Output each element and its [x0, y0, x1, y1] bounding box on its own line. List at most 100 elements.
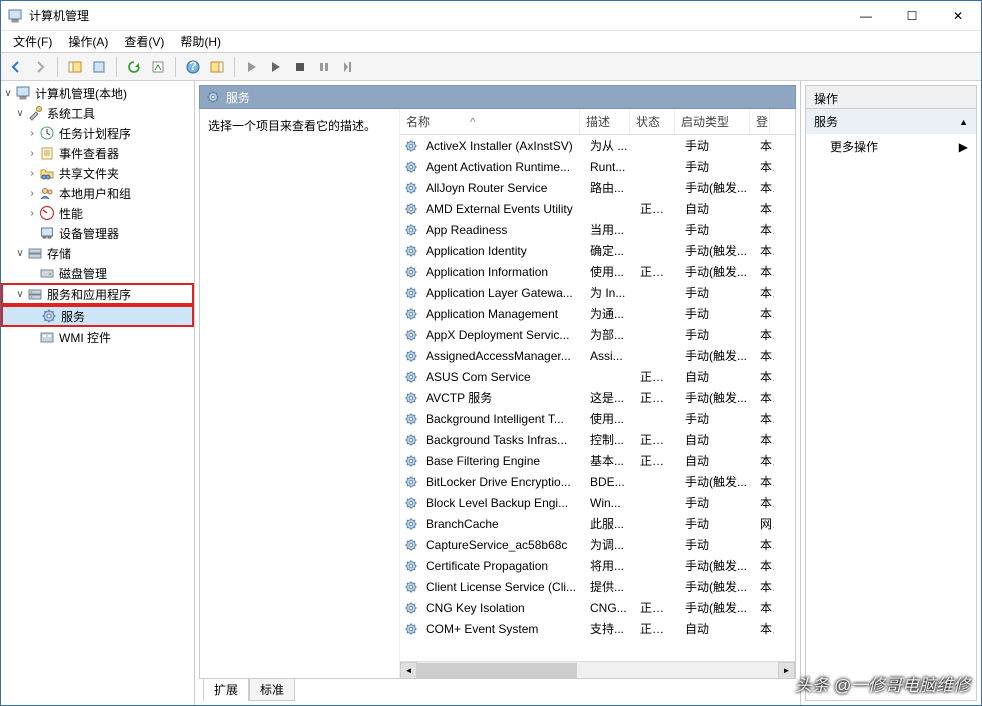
cell-logon: 本: [754, 179, 774, 196]
service-row[interactable]: Certificate Propagation将用...手动(触发...本: [400, 555, 795, 576]
gear-icon: [404, 202, 418, 216]
help-button[interactable]: ?: [182, 56, 204, 78]
service-row[interactable]: Block Level Backup Engi...Win...手动本: [400, 492, 795, 513]
gear-icon: [404, 412, 418, 426]
cell-name: CNG Key Isolation: [420, 601, 584, 615]
cell-name: Certificate Propagation: [420, 559, 584, 573]
cell-name: BranchCache: [420, 517, 584, 531]
nav-tree[interactable]: ∨ 计算机管理(本地) ∨ 系统工具 › 任务计划程序 › 事件查看器 › 共享…: [1, 81, 195, 705]
start-button[interactable]: [241, 56, 263, 78]
service-row[interactable]: Base Filtering Engine基本...正在...自动本: [400, 450, 795, 471]
stop-button[interactable]: [289, 56, 311, 78]
actions-pane: 操作 服务 ▲ 更多操作 ▶: [801, 81, 981, 705]
gear-icon: [404, 538, 418, 552]
nav-wmi[interactable]: WMI 控件: [1, 327, 194, 347]
nav-event-viewer[interactable]: › 事件查看器: [1, 143, 194, 163]
service-row[interactable]: CaptureService_ac58b68c为调...手动本: [400, 534, 795, 555]
cell-name: AssignedAccessManager...: [420, 349, 584, 363]
service-row[interactable]: Application Layer Gatewa...为 In...手动本: [400, 282, 795, 303]
gear-icon: [404, 601, 418, 615]
col-name[interactable]: 名称^: [400, 109, 580, 134]
close-button[interactable]: ✕: [935, 1, 981, 31]
nav-shared-folders[interactable]: › 共享文件夹: [1, 163, 194, 183]
col-logon[interactable]: 登: [750, 109, 770, 134]
cell-logon: 本: [754, 389, 774, 406]
restart-button[interactable]: [337, 56, 359, 78]
service-row[interactable]: Client License Service (Cli...提供...手动(触发…: [400, 576, 795, 597]
nav-services[interactable]: 服务: [1, 305, 194, 327]
minimize-button[interactable]: —: [843, 1, 889, 31]
service-row[interactable]: ASUS Com Service正在...自动本: [400, 366, 795, 387]
menu-file[interactable]: 文件(F): [5, 31, 60, 52]
nav-disk-management[interactable]: 磁盘管理: [1, 263, 194, 283]
actions-header: 操作: [805, 85, 977, 109]
menu-help[interactable]: 帮助(H): [172, 31, 229, 52]
scroll-left-button[interactable]: ◄: [400, 662, 417, 679]
service-row[interactable]: AppX Deployment Servic...为部...手动本: [400, 324, 795, 345]
maximize-button[interactable]: ☐: [889, 1, 935, 31]
service-row[interactable]: App Readiness当用...手动本: [400, 219, 795, 240]
col-description[interactable]: 描述: [580, 109, 630, 134]
service-row[interactable]: AllJoyn Router Service路由...手动(触发...本: [400, 177, 795, 198]
service-row[interactable]: ActiveX Installer (AxInstSV)为从 ...手动本: [400, 135, 795, 156]
nav-label: 性能: [59, 205, 83, 222]
refresh-button[interactable]: [123, 56, 145, 78]
col-startup-type[interactable]: 启动类型: [675, 109, 750, 134]
action-more[interactable]: 更多操作 ▶: [805, 134, 977, 159]
cell-logon: 网: [754, 515, 774, 532]
cell-logon: 本: [754, 158, 774, 175]
gear-icon: [404, 580, 418, 594]
nav-performance[interactable]: › 性能: [1, 203, 194, 223]
service-row[interactable]: BitLocker Drive Encryptio...BDE...手动(触发.…: [400, 471, 795, 492]
nav-label: 存储: [47, 245, 71, 262]
collapse-icon: ▲: [959, 117, 968, 127]
tab-extended[interactable]: 扩展: [203, 679, 249, 701]
pause-button[interactable]: [313, 56, 335, 78]
service-row[interactable]: AMD External Events Utility正在...自动本: [400, 198, 795, 219]
nav-system-tools[interactable]: ∨ 系统工具: [1, 103, 194, 123]
nav-root[interactable]: ∨ 计算机管理(本地): [1, 83, 194, 103]
gear-icon: [404, 139, 418, 153]
service-row[interactable]: Background Intelligent T...使用...手动本: [400, 408, 795, 429]
service-row[interactable]: Application Identity确定...手动(触发...本: [400, 240, 795, 261]
service-row[interactable]: Agent Activation Runtime...Runt...手动本: [400, 156, 795, 177]
cell-logon: 本: [754, 494, 774, 511]
back-button[interactable]: [5, 56, 27, 78]
actions-section[interactable]: 服务 ▲: [805, 109, 977, 134]
cell-name: AllJoyn Router Service: [420, 181, 584, 195]
cell-logon: 本: [754, 284, 774, 301]
service-row[interactable]: AssignedAccessManager...Assi...手动(触发...本: [400, 345, 795, 366]
service-row[interactable]: COM+ Event System支持...正在...自动本: [400, 618, 795, 639]
tab-standard[interactable]: 标准: [249, 679, 295, 701]
nav-storage[interactable]: ∨ 存储: [1, 243, 194, 263]
nav-device-manager[interactable]: 设备管理器: [1, 223, 194, 243]
cell-start: 自动: [679, 452, 754, 469]
forward-button[interactable]: [29, 56, 51, 78]
menu-view[interactable]: 查看(V): [116, 31, 172, 52]
play-button[interactable]: [265, 56, 287, 78]
menu-action[interactable]: 操作(A): [60, 31, 116, 52]
nav-task-scheduler[interactable]: › 任务计划程序: [1, 123, 194, 143]
service-row[interactable]: AVCTP 服务这是...正在...手动(触发...本: [400, 387, 795, 408]
scroll-thumb[interactable]: [417, 663, 577, 678]
service-row[interactable]: BranchCache此服...手动网: [400, 513, 795, 534]
show-hide-tree-button[interactable]: [64, 56, 86, 78]
service-row[interactable]: Application Information使用...正在...手动(触发..…: [400, 261, 795, 282]
scroll-right-button[interactable]: ►: [778, 662, 795, 679]
users-icon: [39, 185, 55, 201]
service-row[interactable]: Application Management为通...手动本: [400, 303, 795, 324]
nav-services-apps[interactable]: ∨ 服务和应用程序: [1, 283, 194, 305]
cell-desc: 为从 ...: [584, 137, 634, 154]
cell-name: App Readiness: [420, 223, 584, 237]
properties-button[interactable]: [88, 56, 110, 78]
horizontal-scrollbar[interactable]: ◄ ►: [400, 661, 795, 678]
cell-name: Background Intelligent T...: [420, 412, 584, 426]
export-button[interactable]: [147, 56, 169, 78]
service-row[interactable]: Background Tasks Infras...控制...正在...自动本: [400, 429, 795, 450]
action-pane-button[interactable]: [206, 56, 228, 78]
service-row[interactable]: CNG Key IsolationCNG...正在...手动(触发...本: [400, 597, 795, 618]
cell-logon: 本: [754, 263, 774, 280]
cell-start: 手动: [679, 158, 754, 175]
col-status[interactable]: 状态: [630, 109, 675, 134]
nav-local-users[interactable]: › 本地用户和组: [1, 183, 194, 203]
